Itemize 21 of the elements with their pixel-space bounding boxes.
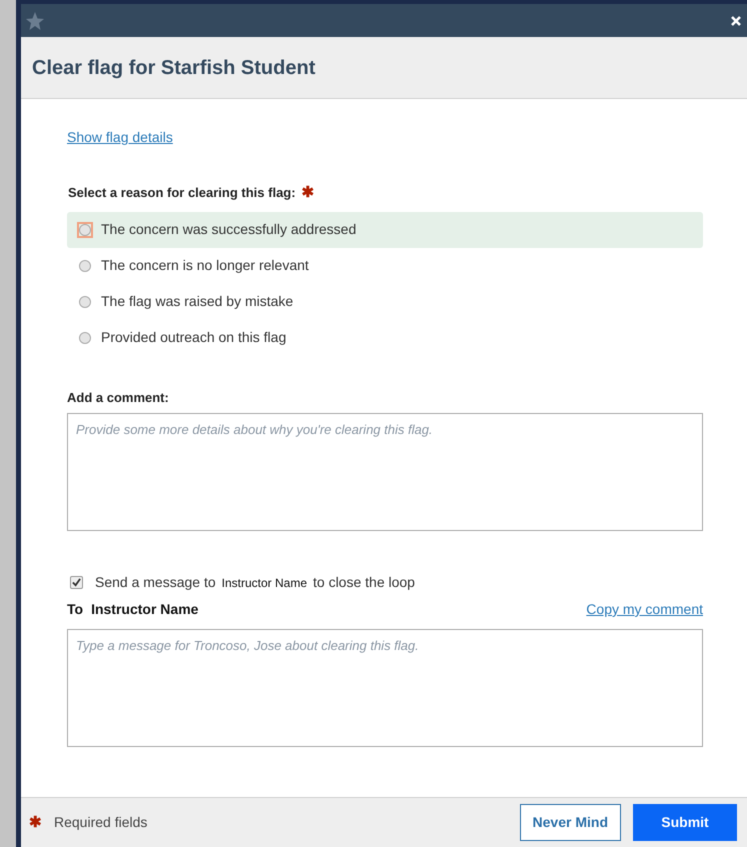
show-details-link[interactable]: Show flag details <box>67 129 173 145</box>
cancel-button[interactable]: Never Mind <box>520 804 621 841</box>
send-message-text: to close the loop <box>313 573 415 592</box>
copy-comment-link[interactable]: Copy my comment <box>586 599 703 620</box>
comment-label: Add a comment: <box>67 388 170 406</box>
recipient-name: Instructor Name <box>222 574 307 592</box>
to-label: To <box>67 600 84 619</box>
recipient-name: Instructor Name <box>91 600 198 619</box>
message-field[interactable]: Type a message for Troncoso, Jose about clearing this flag. <box>67 629 703 747</box>
submit-button[interactable]: Submit <box>633 804 737 841</box>
send-message-checkbox[interactable] <box>70 576 83 589</box>
reason-option[interactable]: The concern was successfully addressed <box>67 212 703 248</box>
required-mark: ✱ <box>29 815 42 830</box>
required-mark: ✱ <box>302 185 315 200</box>
reason-label: Select a reason for clearing this flag: <box>68 184 296 202</box>
star-icon <box>25 10 45 30</box>
close-button[interactable] <box>729 14 743 28</box>
required-note: Required fields <box>54 813 148 832</box>
dialog-title: Clear flag for Starfish Student <box>32 56 316 80</box>
comment-field[interactable]: Provide some more details about why you're clearing this flag. <box>67 413 703 531</box>
send-message-text: Send a message to <box>95 573 216 592</box>
